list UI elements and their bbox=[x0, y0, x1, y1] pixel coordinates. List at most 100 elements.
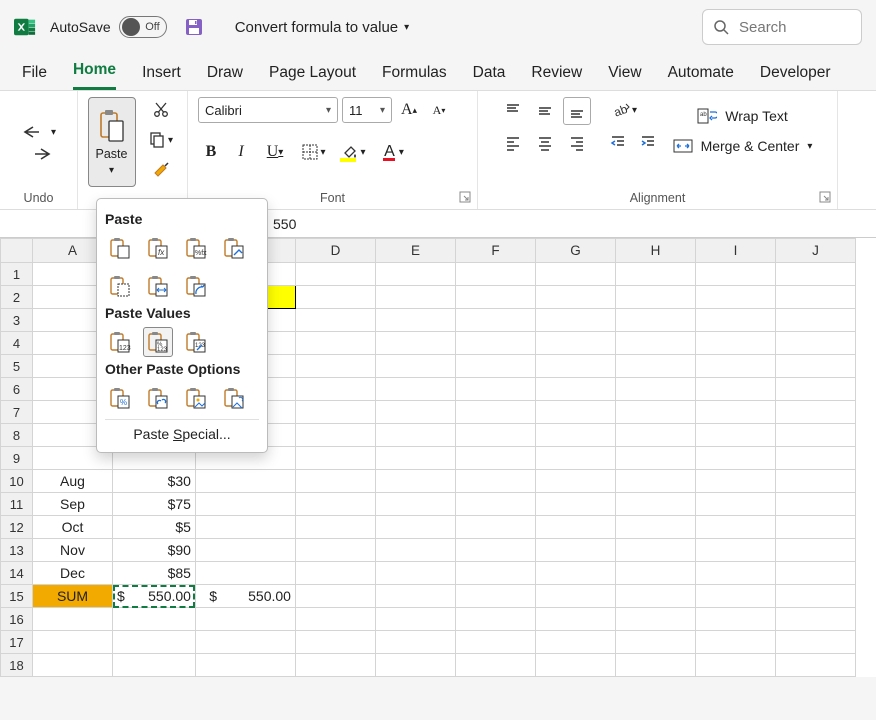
paste-transpose-button[interactable] bbox=[181, 271, 211, 301]
paste-formulas-numfmt-button[interactable]: %fx bbox=[181, 233, 211, 263]
col-header[interactable]: D bbox=[295, 239, 375, 263]
search-icon bbox=[713, 19, 729, 35]
autosave-switch[interactable]: Off bbox=[119, 16, 167, 38]
col-header[interactable]: I bbox=[695, 239, 775, 263]
sum-label-cell[interactable]: SUM bbox=[33, 585, 113, 608]
copy-button[interactable]: ▾ bbox=[144, 127, 178, 153]
borders-button[interactable]: ▾ bbox=[296, 139, 332, 165]
paste-picture-button[interactable] bbox=[181, 383, 211, 413]
row-header[interactable]: 8 bbox=[1, 424, 33, 447]
tab-file[interactable]: File bbox=[22, 64, 47, 90]
col-header[interactable]: F bbox=[455, 239, 535, 263]
row-header[interactable]: 3 bbox=[1, 309, 33, 332]
tab-home[interactable]: Home bbox=[73, 61, 116, 90]
table-row[interactable]: 13Nov$90 bbox=[1, 539, 856, 562]
paste-formulas-button[interactable]: fx bbox=[143, 233, 173, 263]
row-header[interactable]: 13 bbox=[1, 539, 33, 562]
wrap-text-icon: ab bbox=[697, 107, 717, 125]
orientation-icon: ab bbox=[612, 101, 632, 119]
wrap-text-button[interactable]: ab Wrap Text bbox=[669, 101, 817, 131]
row-header[interactable]: 4 bbox=[1, 332, 33, 355]
paste-formatting-button[interactable]: % bbox=[105, 383, 135, 413]
row-header[interactable]: 12 bbox=[1, 516, 33, 539]
tab-formulas[interactable]: Formulas bbox=[382, 64, 447, 90]
search-input[interactable]: Search bbox=[702, 9, 862, 45]
copied-source-cell[interactable]: $ 550.00 bbox=[113, 585, 196, 608]
row-header[interactable]: 14 bbox=[1, 562, 33, 585]
tab-automate[interactable]: Automate bbox=[668, 64, 734, 90]
align-right-button[interactable] bbox=[563, 129, 591, 157]
row-header[interactable]: 7 bbox=[1, 401, 33, 424]
paste-values-numfmt-button[interactable]: %123 bbox=[143, 327, 173, 357]
italic-button[interactable]: I bbox=[228, 139, 254, 165]
row-header[interactable]: 9 bbox=[1, 447, 33, 470]
orientation-button[interactable]: ab▾ bbox=[605, 97, 645, 123]
select-all-corner[interactable] bbox=[1, 239, 33, 263]
dialog-launcher-font[interactable] bbox=[459, 191, 471, 203]
increase-indent-button[interactable] bbox=[635, 129, 661, 155]
font-size-combo[interactable]: 11▾ bbox=[342, 97, 392, 123]
table-row[interactable]: 14Dec$85 bbox=[1, 562, 856, 585]
col-header[interactable]: H bbox=[615, 239, 695, 263]
row-header[interactable]: 17 bbox=[1, 631, 33, 654]
tab-review[interactable]: Review bbox=[531, 64, 582, 90]
tab-view[interactable]: View bbox=[608, 64, 641, 90]
doc-title[interactable]: Convert formula to value ▾ bbox=[235, 19, 409, 36]
increase-font-button[interactable]: A▴ bbox=[396, 97, 422, 123]
row-header[interactable]: 10 bbox=[1, 470, 33, 493]
bold-button[interactable]: B bbox=[198, 139, 224, 165]
undo-button[interactable]: ▾ bbox=[21, 123, 56, 141]
paste-values-source-fmt-button[interactable]: 123 bbox=[181, 327, 211, 357]
paste-no-borders-button[interactable] bbox=[105, 271, 135, 301]
fill-color-button[interactable]: ▾ bbox=[336, 139, 372, 165]
decrease-indent-button[interactable] bbox=[605, 129, 631, 155]
paste-split-button[interactable]: Paste ▾ bbox=[88, 97, 136, 187]
col-header[interactable]: E bbox=[375, 239, 455, 263]
align-center-button[interactable] bbox=[531, 129, 559, 157]
decrease-font-button[interactable]: A▾ bbox=[426, 97, 452, 123]
paste-values-button[interactable]: 123 bbox=[105, 327, 135, 357]
paste-special-menu-item[interactable]: Paste Special... bbox=[105, 419, 259, 444]
pasted-value-cell[interactable]: $ 550.00 bbox=[195, 585, 295, 608]
format-painter-button[interactable] bbox=[148, 157, 174, 183]
font-color-button[interactable]: A ▾ bbox=[376, 139, 412, 165]
underline-button[interactable]: U ▾ bbox=[258, 139, 292, 165]
row-header[interactable]: 2 bbox=[1, 286, 33, 309]
table-row[interactable]: 10Aug$30 bbox=[1, 470, 856, 493]
group-undo: ▾ Undo bbox=[0, 91, 78, 209]
col-header[interactable]: G bbox=[535, 239, 615, 263]
autosave-toggle[interactable]: AutoSave Off bbox=[50, 16, 167, 38]
paste-all-button[interactable] bbox=[105, 233, 135, 263]
tab-data[interactable]: Data bbox=[473, 64, 506, 90]
paste-keep-col-widths-button[interactable] bbox=[143, 271, 173, 301]
font-name-combo[interactable]: Calibri▾ bbox=[198, 97, 338, 123]
align-left-button[interactable] bbox=[499, 129, 527, 157]
row-header[interactable]: 1 bbox=[1, 263, 33, 286]
table-row[interactable]: 15SUM$ 550.00$ 550.00 bbox=[1, 585, 856, 608]
row-header[interactable]: 18 bbox=[1, 654, 33, 677]
row-header[interactable]: 6 bbox=[1, 378, 33, 401]
col-header[interactable]: J bbox=[775, 239, 855, 263]
paste-linked-picture-button[interactable] bbox=[219, 383, 249, 413]
row-header[interactable]: 16 bbox=[1, 608, 33, 631]
merge-center-button[interactable]: Merge & Center ▾ bbox=[669, 131, 817, 161]
dialog-launcher-alignment[interactable] bbox=[819, 191, 831, 203]
row-header[interactable]: 11 bbox=[1, 493, 33, 516]
save-button[interactable] bbox=[181, 14, 207, 40]
cut-button[interactable] bbox=[148, 97, 174, 123]
align-bottom-button[interactable] bbox=[563, 97, 591, 125]
tab-page-layout[interactable]: Page Layout bbox=[269, 64, 356, 90]
align-middle-button[interactable] bbox=[531, 97, 559, 125]
tab-insert[interactable]: Insert bbox=[142, 64, 181, 90]
paste-link-button[interactable] bbox=[143, 383, 173, 413]
table-row[interactable]: 11Sep$75 bbox=[1, 493, 856, 516]
tab-draw[interactable]: Draw bbox=[207, 64, 243, 90]
formula-bar-value[interactable]: 550 bbox=[265, 216, 296, 232]
row-header[interactable]: 15 bbox=[1, 585, 33, 608]
align-top-button[interactable] bbox=[499, 97, 527, 125]
tab-developer[interactable]: Developer bbox=[760, 64, 831, 90]
paste-keep-source-fmt-button[interactable] bbox=[219, 233, 249, 263]
row-header[interactable]: 5 bbox=[1, 355, 33, 378]
table-row[interactable]: 12Oct$5 bbox=[1, 516, 856, 539]
redo-button[interactable] bbox=[25, 145, 53, 163]
